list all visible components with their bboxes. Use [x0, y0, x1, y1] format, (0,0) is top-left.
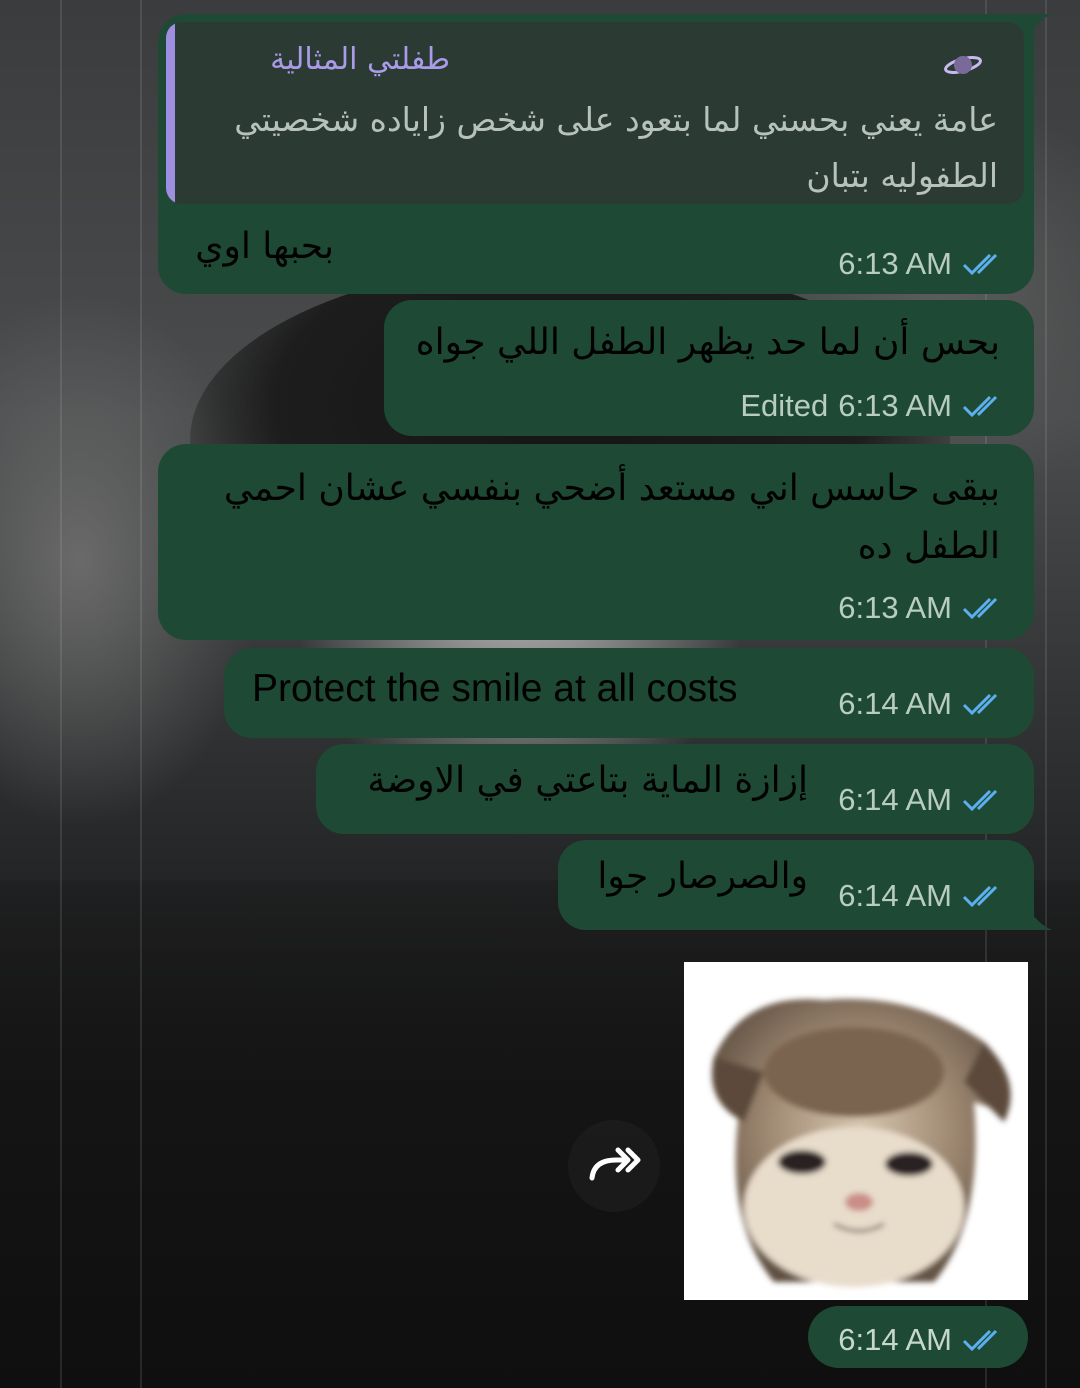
read-ticks-icon [962, 693, 998, 716]
message-meta: Edited 6:13 AM [740, 388, 1008, 424]
message-text: بحبها اوي [195, 226, 334, 267]
forward-button[interactable] [568, 1120, 660, 1212]
message-text: إزازة الماية بتاعتي في الاوضة [367, 760, 808, 801]
read-ticks-icon [962, 789, 998, 812]
bubble-tail [1028, 908, 1052, 930]
rain-streak [140, 0, 142, 1388]
quoted-text: عامة يعني بحسني لما بتعود على شخص زاياده… [234, 100, 998, 195]
bubble-tail [1028, 14, 1052, 36]
message-text: بحس أن لما حد يظهر الطفل اللي جواه [415, 322, 1000, 363]
message-meta: 6:14 AM [838, 782, 1008, 818]
message-text-line: الطفل ده [857, 526, 1000, 567]
message-meta: 6:13 AM [838, 590, 1008, 626]
message-meta: 6:14 AM [838, 1322, 1008, 1358]
read-ticks-icon [962, 1329, 998, 1352]
read-ticks-icon [962, 253, 998, 276]
message-text: Protect the smile at all costs [252, 667, 738, 710]
planet-icon [944, 56, 982, 74]
read-ticks-icon [962, 597, 998, 620]
message-meta: 6:13 AM [838, 246, 1008, 282]
message-time: 6:14 AM [838, 878, 952, 913]
message-text-line: ببقى حاسس اني مستعد أضحي بنفسي عشان احمي [223, 468, 1000, 509]
forward-icon [589, 1147, 641, 1181]
message-meta: 6:14 AM [838, 878, 1008, 914]
message-meta: 6:14 AM [838, 686, 1008, 722]
message-text: والصرصار جوا [597, 856, 808, 897]
quoted-sender-name: طفلتي المثالية [270, 42, 450, 77]
message-time: 6:14 AM [838, 686, 952, 721]
message-time: 6:13 AM [838, 388, 952, 423]
quote-accent-bar [166, 22, 175, 204]
kitten-image [712, 998, 1011, 1287]
message-time: 6:14 AM [838, 1322, 952, 1357]
rain-streak [60, 0, 62, 1388]
message-time: 6:13 AM [838, 246, 952, 281]
quoted-message[interactable]: طفلتي المثالية عامة يعني بحسني لما بتعود… [166, 22, 1024, 204]
edited-label: Edited [740, 388, 829, 423]
message-time: 6:13 AM [838, 590, 952, 625]
read-ticks-icon [962, 395, 998, 418]
rain-streak [1045, 0, 1047, 1388]
message-time: 6:14 AM [838, 782, 952, 817]
read-ticks-icon [962, 885, 998, 908]
kitten-sticker[interactable] [684, 962, 1028, 1300]
